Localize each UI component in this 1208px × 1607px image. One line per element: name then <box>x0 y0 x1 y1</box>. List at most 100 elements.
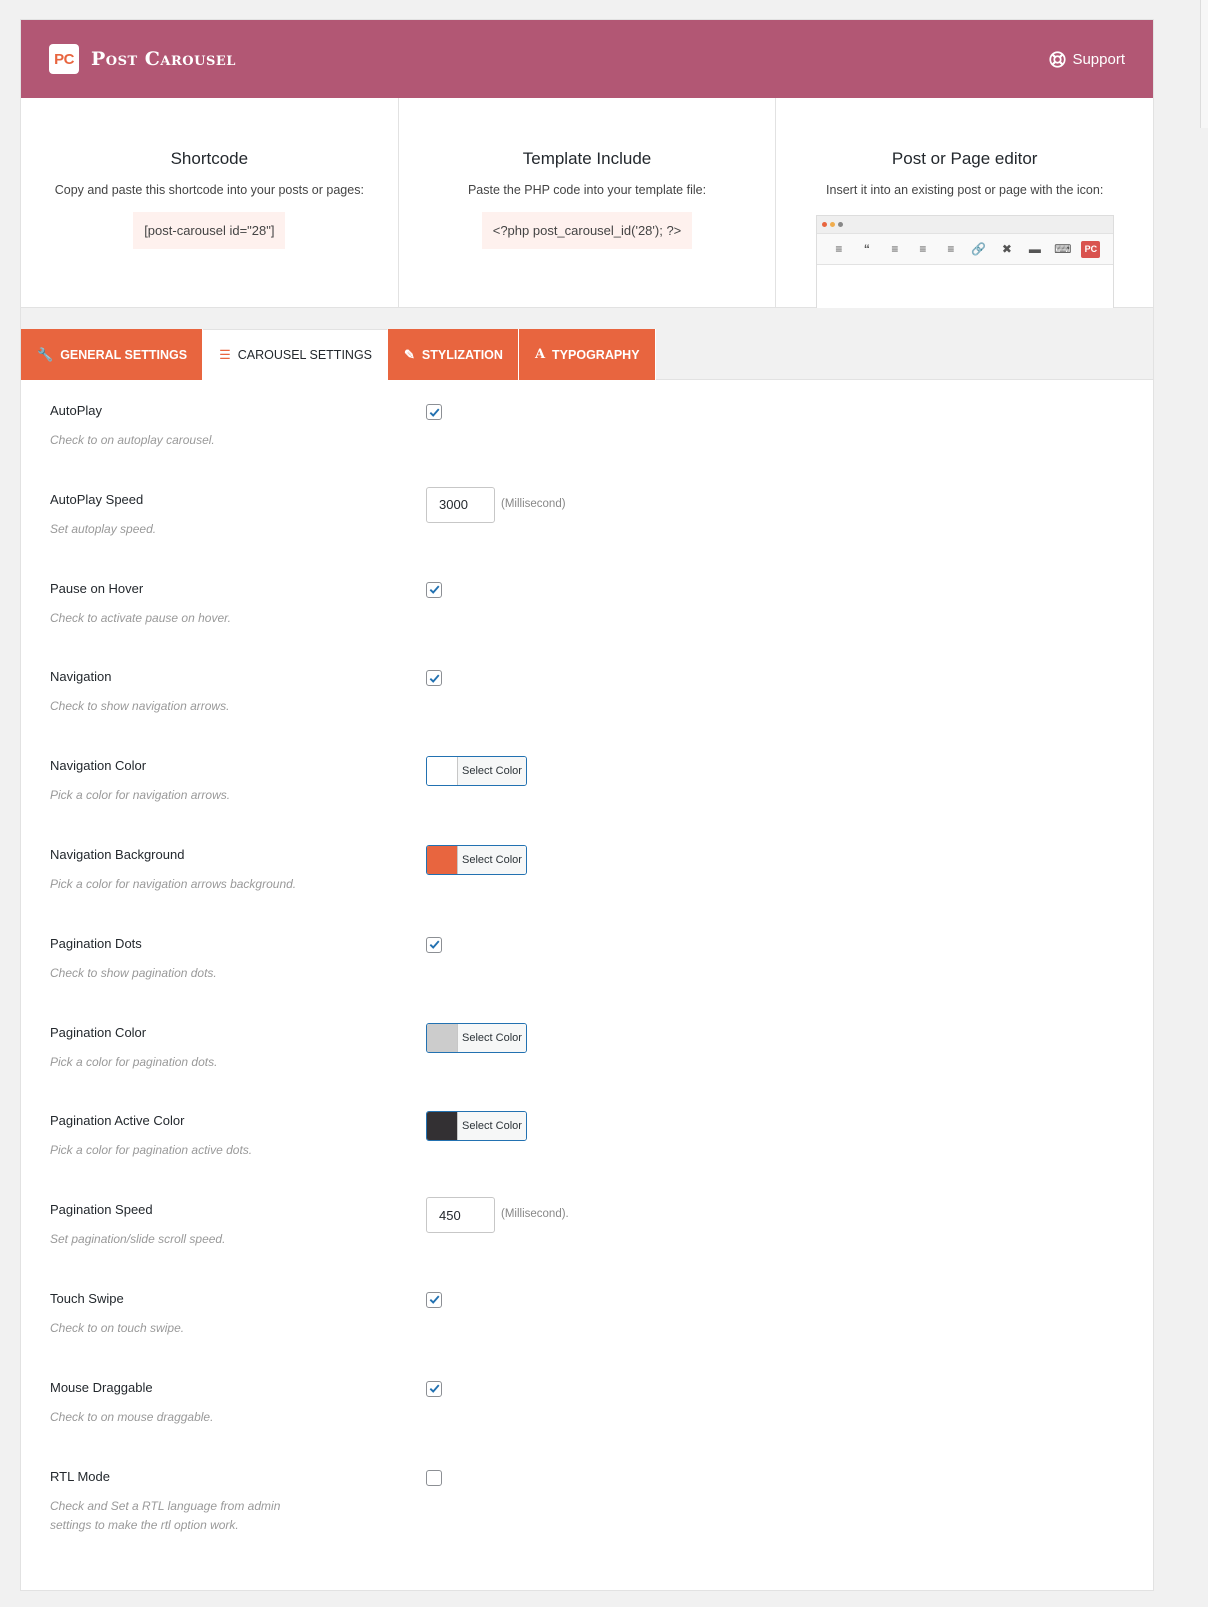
autoplay-speed-input[interactable]: 3000 <box>426 486 495 523</box>
mouse-draggable-checkbox[interactable] <box>426 1380 442 1397</box>
setting-navigation-color: Navigation Color Pick a color for naviga… <box>21 735 1153 824</box>
autoplay-checkbox[interactable] <box>426 404 442 420</box>
setting-pause-on-hover: Pause on Hover Check to activate pause o… <box>21 558 1153 647</box>
setting-description: Set autoplay speed. <box>50 521 157 536</box>
tab-typography[interactable]: A Typography <box>518 329 656 380</box>
editor-title: Post or Page editor <box>891 149 1038 168</box>
setting-description: Set pagination/slide scroll speed. <box>50 1232 226 1247</box>
checkmark-icon <box>429 408 439 417</box>
more-tag-icon: ▬ <box>1028 242 1041 256</box>
setting-label: AutoPlay <box>50 403 103 418</box>
shortcode-code[interactable]: [post-carousel id="28"] <box>133 212 286 249</box>
tab-label: Carousel Settings <box>237 347 373 362</box>
plugin-logo: PC <box>49 44 79 74</box>
rtl-mode-checkbox[interactable] <box>426 1469 442 1486</box>
setting-label: Pagination Color <box>50 1024 147 1040</box>
shortcode-box: Shortcode Copy and paste this shortcode … <box>21 98 399 307</box>
align-right-icon: ≡ <box>947 242 955 256</box>
setting-navigation-background: Navigation Background Pick a color for n… <box>21 824 1153 913</box>
unit-label: (Millisecond). <box>501 1208 569 1221</box>
support-link[interactable]: Support <box>1049 51 1125 68</box>
setting-description: Check to activate pause on hover. <box>50 610 231 625</box>
setting-autoplay: AutoPlay Check to on autoplay carousel. <box>21 380 1153 469</box>
navigation-color-picker[interactable]: Select Color <box>426 756 527 787</box>
setting-label: Pagination Dots <box>50 935 142 951</box>
setting-rtl-mode: RTL Mode Check and Set a RTL language fr… <box>21 1446 1153 1535</box>
sliders-icon: ☰ <box>219 346 231 362</box>
wrench-icon: 🔧 <box>37 346 54 362</box>
setting-pagination-active-color: Pagination Active Color Pick a color for… <box>21 1090 1153 1179</box>
template-code[interactable]: <?php post_carousel_id('28'); ?> <box>481 212 693 249</box>
template-title: Template Include <box>522 149 652 168</box>
editor-preview-titlebar <box>817 216 1114 234</box>
tab-label: General Settings <box>60 347 188 362</box>
settings-tabs: 🔧 General Settings ☰ Carousel Settings ✎… <box>21 329 656 380</box>
tab-label: Stylization <box>421 347 503 362</box>
setting-description: Check to show navigation arrows. <box>50 699 230 714</box>
tab-general-settings[interactable]: 🔧 General Settings <box>21 329 204 380</box>
setting-label: Pagination Speed <box>50 1202 153 1218</box>
tab-carousel-settings[interactable]: ☰ Carousel Settings <box>203 329 389 380</box>
tab-stylization[interactable]: ✎ Stylization <box>388 329 519 380</box>
navigation-checkbox[interactable] <box>426 670 442 687</box>
setting-touch-swipe: Touch Swipe Check to on touch swipe. <box>21 1268 1153 1357</box>
checkmark-icon <box>429 940 439 950</box>
setting-description: Check to on mouse draggable. <box>50 1409 214 1424</box>
shortcode-title: Shortcode <box>170 149 249 168</box>
setting-description: Check to on touch swipe. <box>50 1320 185 1335</box>
setting-mouse-draggable: Mouse Draggable Check to on mouse dragga… <box>21 1357 1153 1446</box>
unit-label: (Millisecond) <box>501 497 566 510</box>
tab-label: Typography <box>552 347 640 362</box>
editor-preview: ≡ “ ≡ ≡ ≡ 🔗 ✖ ▬ ⌨ PC <box>816 215 1115 308</box>
setting-label: Navigation Color <box>50 758 147 774</box>
editor-text: Insert it into an existing post or page … <box>826 183 1104 197</box>
checkmark-icon <box>429 1384 439 1394</box>
pagination-color-picker[interactable]: Select Color <box>426 1022 527 1053</box>
setting-navigation: Navigation Check to show navigation arro… <box>21 646 1153 735</box>
color-swatch <box>427 1112 458 1141</box>
setting-label: Pause on Hover <box>50 580 144 596</box>
support-label: Support <box>1072 50 1125 68</box>
setting-pagination-color: Pagination Color Pick a color for pagina… <box>21 1002 1153 1091</box>
template-include-box: Template Include Paste the PHP code into… <box>399 98 777 307</box>
brush-icon: ✎ <box>404 346 415 362</box>
pause-on-hover-checkbox[interactable] <box>426 581 442 598</box>
pagination-active-color-picker[interactable]: Select Color <box>426 1111 527 1142</box>
checkmark-icon <box>429 674 439 683</box>
align-center-icon: ≡ <box>919 242 927 256</box>
setting-description: Pick a color for navigation arrows backg… <box>50 876 297 891</box>
setting-pagination-dots: Pagination Dots Check to show pagination… <box>21 913 1153 1002</box>
setting-label: RTL Mode <box>50 1468 110 1484</box>
color-swatch <box>427 757 458 786</box>
select-color-label: Select Color <box>458 845 526 874</box>
window-scrollbar[interactable] <box>1200 0 1208 128</box>
color-swatch <box>427 845 458 874</box>
setting-description: Check to on autoplay carousel. <box>50 433 215 447</box>
checkmark-icon <box>429 1296 439 1305</box>
setting-description: Check to show pagination dots. <box>50 965 217 980</box>
shortcode-text: Copy and paste this shortcode into your … <box>54 183 364 197</box>
plugin-title: Post Carousel <box>91 48 236 70</box>
setting-description: Pick a color for pagination dots. <box>50 1054 218 1069</box>
font-icon: A <box>534 347 546 362</box>
color-swatch <box>427 1023 458 1052</box>
post-carousel-insert-icon: PC <box>1081 240 1101 258</box>
unlink-icon: ✖ <box>1001 242 1012 256</box>
navigation-background-picker[interactable]: Select Color <box>426 844 527 875</box>
pagination-speed-input[interactable]: 450 <box>426 1197 495 1234</box>
quote-icon: “ <box>863 242 870 256</box>
setting-label: Navigation Background <box>50 846 185 862</box>
setting-autoplay-speed: AutoPlay Speed Set autoplay speed. 3000 … <box>21 469 1153 558</box>
template-text: Paste the PHP code into your template fi… <box>467 183 707 197</box>
setting-description: Pick a color for navigation arrows. <box>50 788 231 803</box>
keyboard-icon: ⌨ <box>1054 242 1072 256</box>
tabs-bar: 🔧 General Settings ☰ Carousel Settings ✎… <box>21 308 1153 380</box>
select-color-label: Select Color <box>458 1023 526 1052</box>
setting-label: Touch Swipe <box>50 1290 124 1306</box>
touch-swipe-checkbox[interactable] <box>426 1291 442 1308</box>
brand: PC Post Carousel <box>49 44 236 74</box>
numbered-list-icon: ≡ <box>835 242 843 256</box>
setting-label: AutoPlay Speed <box>50 491 144 507</box>
lifebuoy-icon <box>1049 50 1067 68</box>
pagination-dots-checkbox[interactable] <box>426 936 442 953</box>
